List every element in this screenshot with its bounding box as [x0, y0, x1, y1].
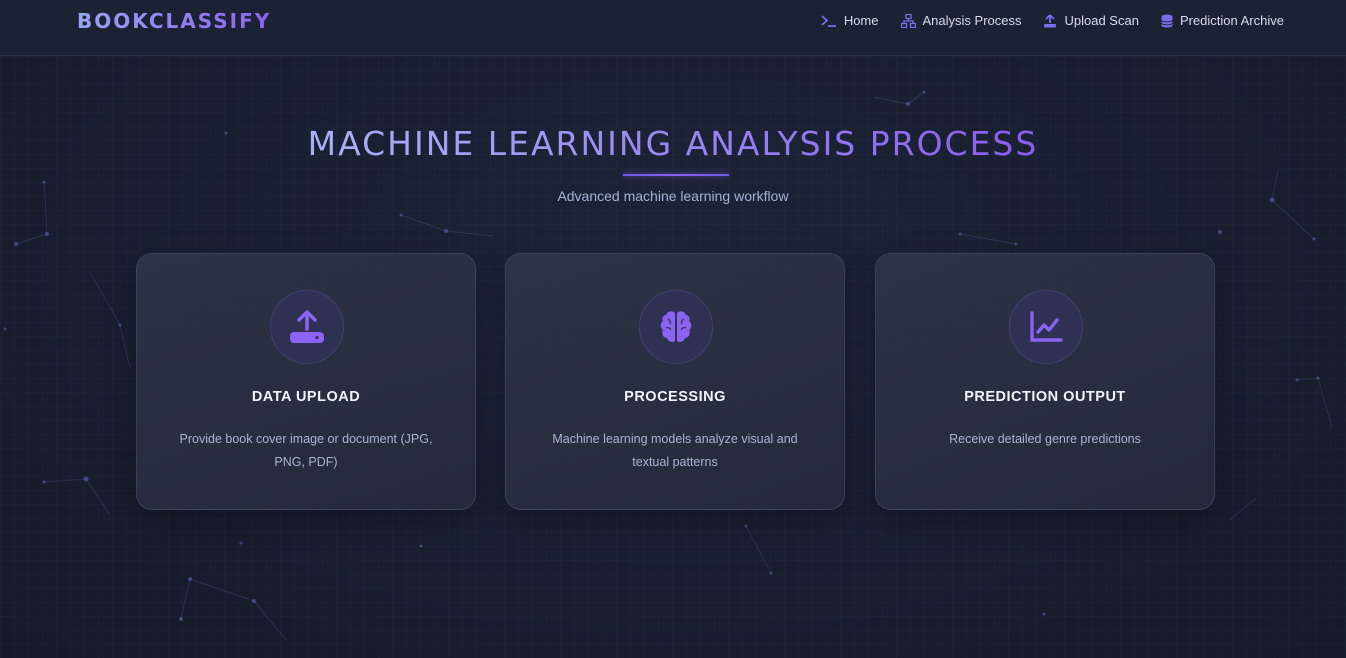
nav-analysis-process[interactable]: Analysis Process — [900, 13, 1022, 28]
database-icon — [1160, 14, 1173, 28]
terminal-icon — [821, 14, 837, 28]
nav-home[interactable]: Home — [821, 13, 879, 28]
title-underline — [623, 174, 729, 176]
page-subtitle: Advanced machine learning workflow — [557, 188, 789, 204]
card-description: Provide book cover image or document (JP… — [179, 432, 433, 469]
nav-upload-scan-label: Upload Scan — [1064, 13, 1139, 28]
card-data-upload: DATA UPLOAD Provide book cover image or … — [136, 253, 476, 510]
brand-logo[interactable]: BOOKCLASSIFY — [77, 9, 271, 33]
top-navbar: BOOKCLASSIFY Home Analysis Process Uploa… — [0, 0, 1346, 56]
nav-analysis-process-label: Analysis Process — [922, 13, 1022, 28]
line-chart-icon — [1009, 290, 1083, 364]
card-processing: PROCESSING Machine learning models analy… — [505, 253, 845, 510]
card-title: DATA UPLOAD — [251, 389, 361, 405]
card-title: PREDICTION OUTPUT — [964, 389, 1126, 405]
brain-icon — [639, 290, 713, 364]
nav-home-label: Home — [843, 13, 879, 28]
card-description: Receive detailed genre predictions — [949, 432, 1141, 446]
main-nav: Home Analysis Process Upload Scan Predic… — [821, 13, 1284, 28]
nav-prediction-archive[interactable]: Prediction Archive — [1160, 13, 1284, 28]
page: BOOKCLASSIFY Home Analysis Process Uploa… — [0, 0, 1346, 658]
card-description: Machine learning models analyze visual a… — [552, 432, 798, 469]
sitemap-icon — [900, 13, 916, 28]
card-prediction-output: PREDICTION OUTPUT Receive detailed genre… — [875, 253, 1215, 510]
upload-drive-icon — [270, 290, 344, 364]
card-title: PROCESSING — [624, 389, 726, 405]
upload-icon — [1043, 13, 1057, 28]
nav-prediction-archive-label: Prediction Archive — [1179, 13, 1284, 28]
page-title: MACHINE LEARNING ANALYSIS PROCESS — [307, 124, 1039, 163]
nav-upload-scan[interactable]: Upload Scan — [1043, 13, 1139, 28]
